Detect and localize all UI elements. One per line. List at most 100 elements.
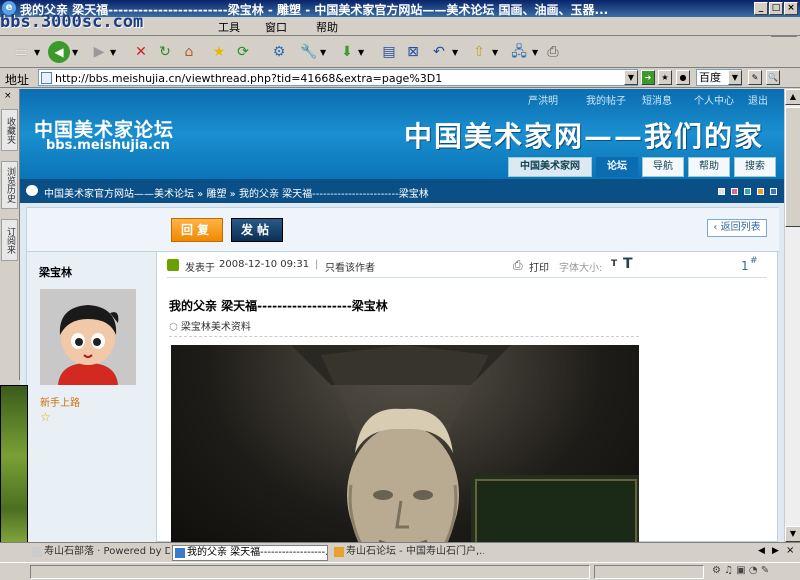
settings-gear-icon[interactable]: ⚙ bbox=[268, 41, 290, 63]
chevron-down-icon[interactable]: ▼ bbox=[492, 48, 498, 57]
close-tab-icon[interactable]: ⊠ bbox=[402, 41, 424, 63]
tab-help[interactable]: 帮助 bbox=[688, 157, 730, 177]
print-icon[interactable]: ⎙ bbox=[542, 41, 564, 63]
nav-profile[interactable]: 个人中心 bbox=[694, 92, 734, 107]
chevron-down-icon[interactable]: ▼ bbox=[110, 48, 116, 57]
close-icon[interactable]: × bbox=[4, 91, 12, 101]
tab-next-icon[interactable]: ▶ bbox=[772, 546, 779, 556]
reply-button[interactable]: 回复 bbox=[171, 218, 223, 242]
theme-swatch[interactable] bbox=[770, 188, 777, 195]
chevron-down-icon[interactable]: ▼ bbox=[532, 48, 538, 57]
go-icon[interactable]: ➜ bbox=[641, 70, 655, 85]
address-input[interactable]: http://bbs.meishujia.cn/viewthread.php?t… bbox=[38, 69, 638, 86]
status-text bbox=[30, 565, 590, 579]
page-icon bbox=[41, 72, 52, 84]
breadcrumb[interactable]: 中国美术家官方网站——美术论坛 » 雕塑 » 我的父亲 梁天福---------… bbox=[44, 185, 429, 200]
theme-swatch[interactable] bbox=[718, 188, 725, 195]
search-dropdown-icon[interactable]: ▼ bbox=[728, 70, 742, 85]
print-icon[interactable]: ⎙ bbox=[513, 258, 523, 273]
engine-icon[interactable]: ● bbox=[676, 70, 690, 85]
post-image[interactable] bbox=[171, 345, 639, 542]
chevron-down-icon[interactable]: ▼ bbox=[34, 48, 40, 57]
browser-tab[interactable]: 寿山石论坛 - 中国寿山石门户,... bbox=[332, 545, 484, 561]
font-large-button[interactable]: T bbox=[623, 256, 633, 272]
bookmark-icon[interactable]: ★ bbox=[658, 70, 672, 85]
tab-feeds[interactable]: 订阅来 bbox=[1, 219, 18, 261]
chevron-down-icon[interactable]: ▼ bbox=[358, 48, 364, 57]
search-icon[interactable]: 🔍 bbox=[766, 70, 780, 85]
network-icon[interactable]: 🖧 bbox=[508, 41, 530, 63]
divider bbox=[169, 336, 639, 337]
nav-messages[interactable]: 短消息 bbox=[642, 92, 672, 107]
watermark: bbs.3000sc.com bbox=[0, 12, 144, 32]
menu-help[interactable]: 帮助 bbox=[316, 19, 338, 35]
chevron-down-icon[interactable]: ▼ bbox=[452, 48, 458, 57]
tab-close-icon[interactable]: × bbox=[786, 545, 794, 556]
minimize-button[interactable]: _ bbox=[754, 2, 768, 15]
forward-icon[interactable]: ▶ bbox=[88, 41, 110, 63]
status-zone bbox=[594, 565, 704, 579]
print-link[interactable]: 打印 bbox=[529, 259, 549, 274]
new-post-button[interactable]: 发帖 bbox=[231, 218, 283, 242]
tab-forum[interactable]: 论坛 bbox=[596, 157, 638, 177]
back-to-list-button[interactable]: ‹ 返回列表 bbox=[707, 219, 767, 237]
scroll-down-icon[interactable]: ▼ bbox=[785, 526, 800, 542]
theme-swatch[interactable] bbox=[744, 188, 751, 195]
home-icon[interactable]: ⌂ bbox=[178, 41, 200, 63]
only-author-link[interactable]: 只看该作者 bbox=[325, 259, 375, 274]
browser-tab-active[interactable]: 我的父亲 梁天福------------------... bbox=[172, 545, 328, 561]
scroll-thumb[interactable] bbox=[785, 107, 800, 227]
author-panel: 梁宝林 新手上路 ☆ bbox=[27, 252, 157, 542]
floor-number[interactable]: 1 bbox=[741, 259, 749, 273]
nav-user[interactable]: 严洪明 bbox=[528, 92, 558, 107]
address-url[interactable]: http://bbs.meishujia.cn/viewthread.php?t… bbox=[55, 72, 442, 85]
stop-icon[interactable]: ✕ bbox=[130, 41, 152, 63]
page-icon bbox=[175, 548, 185, 558]
browser-tab[interactable]: 寿山石部落 · Powered by Disc... bbox=[30, 545, 170, 561]
tab-history[interactable]: 浏览历史 bbox=[1, 161, 18, 209]
page-icon bbox=[334, 547, 344, 557]
site-slogan: 中国美术家网——我们的家 bbox=[404, 120, 765, 153]
download-icon[interactable]: ⬇ bbox=[336, 41, 358, 63]
chevron-down-icon[interactable]: ▼ bbox=[320, 48, 326, 57]
tab-home[interactable]: 中国美术家网 bbox=[508, 157, 592, 177]
tab-prev-icon[interactable]: ◀ bbox=[758, 546, 765, 556]
avatar[interactable] bbox=[40, 289, 136, 385]
theme-swatch[interactable] bbox=[731, 188, 738, 195]
web-page: 严洪明 我的帖子 短消息 个人中心 退出 中国美术家论坛 bbs.meishuj… bbox=[20, 89, 784, 542]
post-tag[interactable]: ⬡ 梁宝林美术资料 bbox=[169, 318, 251, 333]
chevron-down-icon[interactable]: ▼ bbox=[72, 48, 78, 57]
refresh-icon[interactable]: ↻ bbox=[154, 41, 176, 63]
window-icon[interactable]: ▤ bbox=[378, 41, 400, 63]
theme-swatch[interactable] bbox=[757, 188, 764, 195]
history-icon[interactable]: ⟳ bbox=[232, 41, 254, 63]
menu-window[interactable]: 窗口 bbox=[265, 19, 287, 35]
address-dropdown-icon[interactable]: ▼ bbox=[624, 70, 638, 85]
undo-icon[interactable]: ↶ bbox=[428, 41, 450, 63]
action-row: 回复 发帖 ‹ 返回列表 bbox=[27, 208, 779, 252]
status-bar: ⚙ ♫ ▣ ◔ ✎ bbox=[0, 562, 800, 580]
font-small-button[interactable]: T bbox=[611, 259, 617, 269]
menu-tools[interactable]: 工具 bbox=[218, 19, 240, 35]
tab-favorites[interactable]: 收藏夹 bbox=[1, 109, 18, 151]
new-page-icon[interactable]: ▭ bbox=[10, 41, 32, 63]
nav-logout[interactable]: 退出 bbox=[748, 92, 768, 107]
vertical-scrollbar[interactable]: ▲ ▼ bbox=[784, 89, 800, 542]
maximize-button[interactable]: □ bbox=[769, 2, 783, 15]
explorer-bar: × 收藏夹 浏览历史 订阅来 bbox=[0, 89, 20, 380]
tools-icon[interactable]: 🔧 bbox=[298, 41, 320, 63]
tab-search[interactable]: 搜索 bbox=[734, 157, 776, 177]
tab-label: 寿山石部落 · Powered by Disc... bbox=[44, 546, 170, 557]
close-button[interactable]: × bbox=[784, 2, 798, 15]
site-domain: bbs.meishujia.cn bbox=[46, 138, 170, 153]
author-name[interactable]: 梁宝林 bbox=[39, 264, 72, 280]
forum-header: 严洪明 我的帖子 短消息 个人中心 退出 中国美术家论坛 bbs.meishuj… bbox=[20, 89, 784, 179]
search-pen-icon[interactable]: ✎ bbox=[748, 70, 762, 85]
up-folder-icon[interactable]: ⇧ bbox=[468, 41, 490, 63]
nav-my-posts[interactable]: 我的帖子 bbox=[586, 92, 626, 107]
post-title: 我的父亲 梁天福-------------------梁宝林 bbox=[169, 299, 388, 313]
scroll-up-icon[interactable]: ▲ bbox=[785, 89, 800, 105]
favorites-icon[interactable]: ★ bbox=[208, 41, 230, 63]
back-icon[interactable]: ◀ bbox=[48, 41, 70, 63]
tab-nav[interactable]: 导航 bbox=[642, 157, 684, 177]
